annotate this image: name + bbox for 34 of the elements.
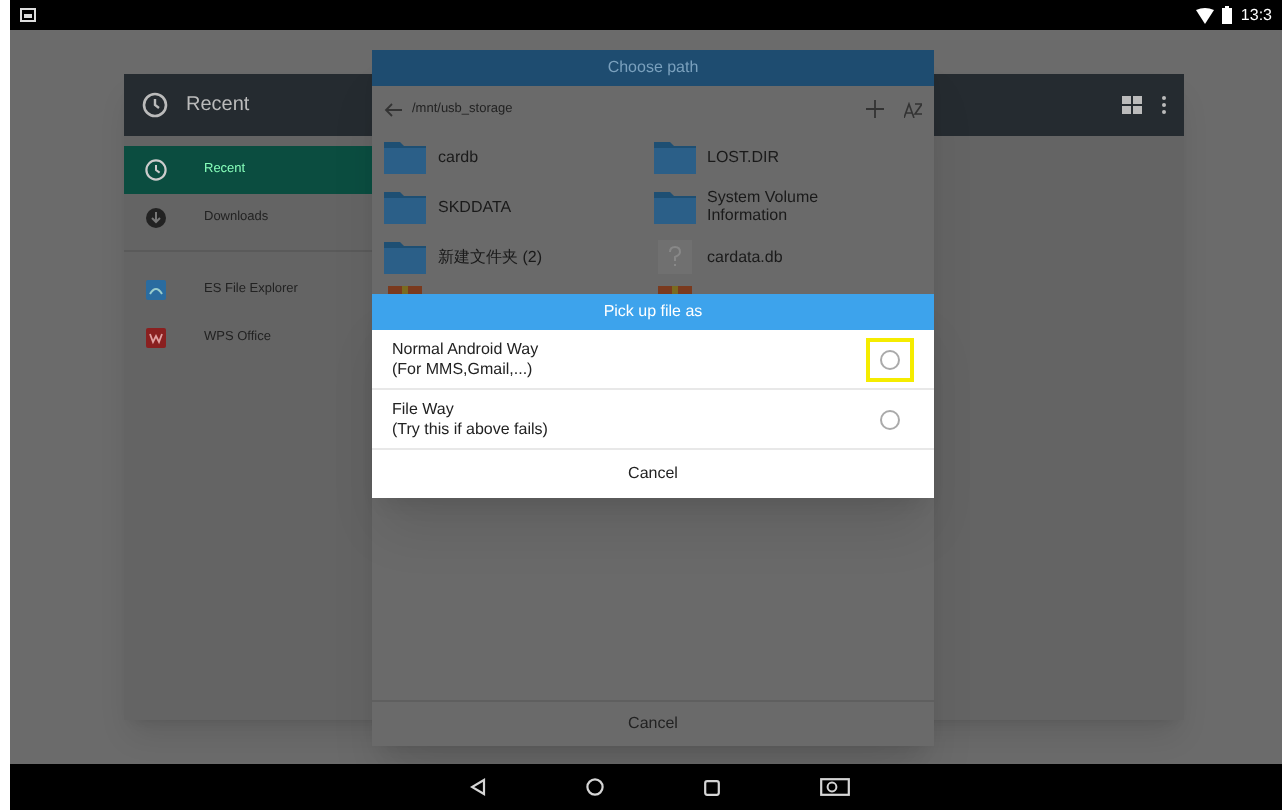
battery-icon [1222,6,1233,24]
clock-icon [142,92,168,118]
unknown-file-icon [653,239,695,273]
radio-button[interactable] [880,409,900,429]
file-name[interactable]: System Volume Information [707,186,887,226]
folder-icon [653,189,695,223]
radio-button[interactable] [880,349,900,369]
file-name[interactable]: SKDDATA [438,186,618,226]
app-title: Recent [186,92,250,120]
download-icon [144,206,168,230]
option-label[interactable]: File Way (Try this if above fails) [392,399,548,439]
dialog-title: Choose path [372,50,934,86]
folder-icon [384,189,426,223]
option-label[interactable]: Normal Android Way (For MMS,Gmail,...) [392,339,539,379]
file-name[interactable]: cardata.db [707,236,887,276]
cancel-button[interactable]: Cancel [372,700,934,746]
file-name[interactable]: cardb [438,136,618,176]
folder-icon [384,139,426,173]
camera-icon[interactable] [820,778,850,796]
status-time: 13:3 [1240,7,1272,23]
back-icon[interactable] [470,778,486,796]
folder-icon [384,239,426,273]
clock-icon [144,158,168,182]
recents-icon[interactable] [704,779,720,795]
home-icon[interactable] [586,778,604,796]
file-name[interactable]: LOST.DIR [707,136,887,176]
folder-icon [653,139,695,173]
document-app-icon [144,326,168,350]
cancel-button[interactable]: Cancel [372,450,934,498]
wifi-icon [1196,7,1215,23]
image-icon [20,8,36,22]
dialog-title: Pick up file as [372,294,934,330]
file-name[interactable]: 新建文件夹 (2) [438,236,618,276]
grid-view-icon[interactable] [1122,96,1142,114]
